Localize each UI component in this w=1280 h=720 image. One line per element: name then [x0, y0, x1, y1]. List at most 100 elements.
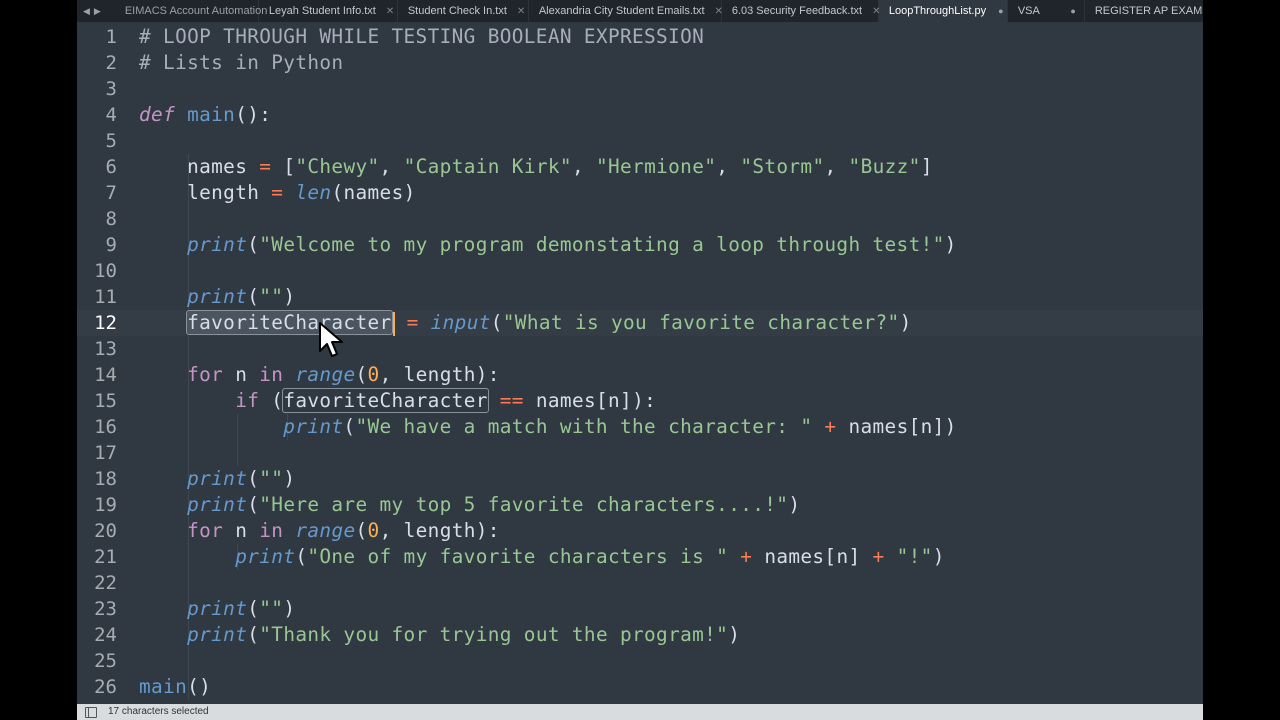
- code-line[interactable]: 23 print(""): [77, 596, 1203, 622]
- keyword: in: [259, 363, 284, 386]
- tab-back-icon[interactable]: ◀: [83, 6, 90, 17]
- code-line[interactable]: 2 # Lists in Python: [77, 50, 1203, 76]
- tab-label: REGISTER AP EXAM REM: [1094, 5, 1203, 17]
- tab-security-feedback[interactable]: 6.03 Security Feedback.txt ✕: [722, 0, 880, 22]
- punctuation: (: [355, 519, 368, 542]
- code-line[interactable]: 5: [77, 128, 1203, 154]
- builtin-function: len: [295, 181, 332, 204]
- identifier: names: [187, 155, 248, 178]
- close-icon[interactable]: ✕: [386, 6, 394, 17]
- string: "Buzz": [848, 155, 921, 178]
- code-line[interactable]: 20 for n in range(0, length):: [77, 518, 1203, 544]
- tab-alexandria-city-student-emails[interactable]: Alexandria City Student Emails.txt ✕: [529, 0, 723, 22]
- number: 0: [367, 363, 380, 386]
- line-number: 23: [94, 598, 117, 620]
- code-line[interactable]: 15 if (favoriteCharacter == names[n]):: [77, 388, 1203, 414]
- code-line[interactable]: 1 # LOOP THROUGH WHILE TESTING BOOLEAN E…: [77, 24, 1203, 50]
- code-line[interactable]: 18 print(""): [77, 466, 1203, 492]
- function-call: main: [139, 675, 188, 698]
- code-line[interactable]: 25: [77, 648, 1203, 674]
- line-content: length = len(names): [139, 180, 416, 206]
- string: "We have a match with the character: ": [355, 415, 813, 438]
- line-number: 20: [94, 520, 117, 542]
- operator: +: [872, 545, 885, 568]
- punctuation: ): [944, 415, 957, 438]
- selected-text[interactable]: favoriteCharacter: [186, 310, 393, 335]
- line-number: 16: [94, 416, 117, 438]
- tab-label: 6.03 Security Feedback.txt: [731, 5, 863, 17]
- punctuation: ): [283, 467, 296, 490]
- code-line[interactable]: 24 print("Thank you for trying out the p…: [77, 622, 1203, 648]
- punctuation: ):: [475, 363, 500, 386]
- keyword: for: [187, 519, 224, 542]
- code-line[interactable]: 14 for n in range(0, length):: [77, 362, 1203, 388]
- line-content: for n in range(0, length):: [139, 362, 500, 388]
- builtin-function: print: [187, 493, 248, 516]
- mouse-pointer-icon: [319, 322, 343, 357]
- punctuation: ,: [716, 155, 729, 178]
- punctuation: (: [343, 415, 356, 438]
- punctuation: (: [247, 233, 260, 256]
- punctuation: ,: [379, 155, 392, 178]
- number: 0: [367, 519, 380, 542]
- punctuation: ]: [920, 155, 933, 178]
- line-content: print(""): [139, 284, 295, 310]
- tab-forward-icon[interactable]: ▶: [94, 6, 101, 17]
- line-content: print(""): [139, 596, 295, 622]
- code-line[interactable]: 17: [77, 440, 1203, 466]
- line-number: 5: [105, 130, 117, 152]
- tab-student-check-in[interactable]: Student Check In.txt ✕: [398, 0, 529, 22]
- line-number: 15: [94, 390, 117, 412]
- line-number: 8: [105, 208, 117, 230]
- code-line[interactable]: 13: [77, 336, 1203, 362]
- unsaved-dot-icon[interactable]: ●: [1070, 6, 1075, 16]
- tab-label: Leyah Student Info.txt: [268, 5, 376, 17]
- punctuation: (: [247, 493, 260, 516]
- code-line[interactable]: 3: [77, 76, 1203, 102]
- operator: +: [824, 415, 837, 438]
- code-line[interactable]: 9 print("Welcome to my program demonstat…: [77, 232, 1203, 258]
- code-line-current[interactable]: 12 favoriteCharacter = input("What is yo…: [77, 310, 1203, 336]
- builtin-function: print: [187, 597, 248, 620]
- line-content: main(): [139, 674, 211, 700]
- builtin-function: print: [235, 545, 296, 568]
- line-number: 3: [105, 78, 117, 100]
- string: "Captain Kirk": [403, 155, 572, 178]
- operator: =: [406, 311, 419, 334]
- builtin-function: print: [187, 623, 248, 646]
- code-line[interactable]: 22: [77, 570, 1203, 596]
- line-content: # LOOP THROUGH WHILE TESTING BOOLEAN EXP…: [139, 24, 704, 50]
- punctuation: (: [295, 545, 308, 568]
- code-line[interactable]: 16 print("We have a match with the chara…: [77, 414, 1203, 440]
- comment: # LOOP THROUGH WHILE TESTING BOOLEAN EXP…: [139, 25, 705, 48]
- tab-loop-through-list[interactable]: LoopThroughList.py ●: [878, 0, 1008, 22]
- code-line[interactable]: 4 def main():: [77, 102, 1203, 128]
- identifier: names[n]: [848, 415, 945, 438]
- punctuation: ():: [235, 103, 272, 126]
- builtin-function: print: [187, 233, 248, 256]
- code-line[interactable]: 6 names = ["Chewy", "Captain Kirk", "Her…: [77, 154, 1203, 180]
- keyword: in: [259, 519, 284, 542]
- tab-register-ap-exam[interactable]: REGISTER AP EXAM REM: [1085, 0, 1203, 22]
- code-line[interactable]: 10: [77, 258, 1203, 284]
- string: "Chewy": [295, 155, 380, 178]
- code-line[interactable]: 26 main(): [77, 674, 1203, 700]
- code-line[interactable]: 19 print("Here are my top 5 favorite cha…: [77, 492, 1203, 518]
- builtin-function: range: [295, 519, 356, 542]
- string: "Hermione": [596, 155, 717, 178]
- unsaved-dot-icon[interactable]: ●: [998, 6, 1003, 16]
- tab-leyah-student-info[interactable]: Leyah Student Info.txt ✕: [259, 0, 398, 22]
- code-line[interactable]: 8: [77, 206, 1203, 232]
- line-content: # Lists in Python: [139, 50, 343, 76]
- line-number: 25: [94, 650, 117, 672]
- identifier: names[n]: [535, 389, 633, 412]
- panel-toggle-icon[interactable]: [85, 707, 97, 718]
- code-area[interactable]: 1 # LOOP THROUGH WHILE TESTING BOOLEAN E…: [77, 24, 1203, 704]
- code-line[interactable]: 7 length = len(names): [77, 180, 1203, 206]
- tab-eimacs-account-automation[interactable]: EIMACS Account Automation: [121, 0, 267, 22]
- close-icon[interactable]: ✕: [517, 6, 525, 17]
- code-line[interactable]: 21 print("One of my favorite characters …: [77, 544, 1203, 570]
- identifier: names: [343, 181, 404, 204]
- tab-vsa[interactable]: VSA ●: [1008, 0, 1085, 22]
- code-line[interactable]: 11 print(""): [77, 284, 1203, 310]
